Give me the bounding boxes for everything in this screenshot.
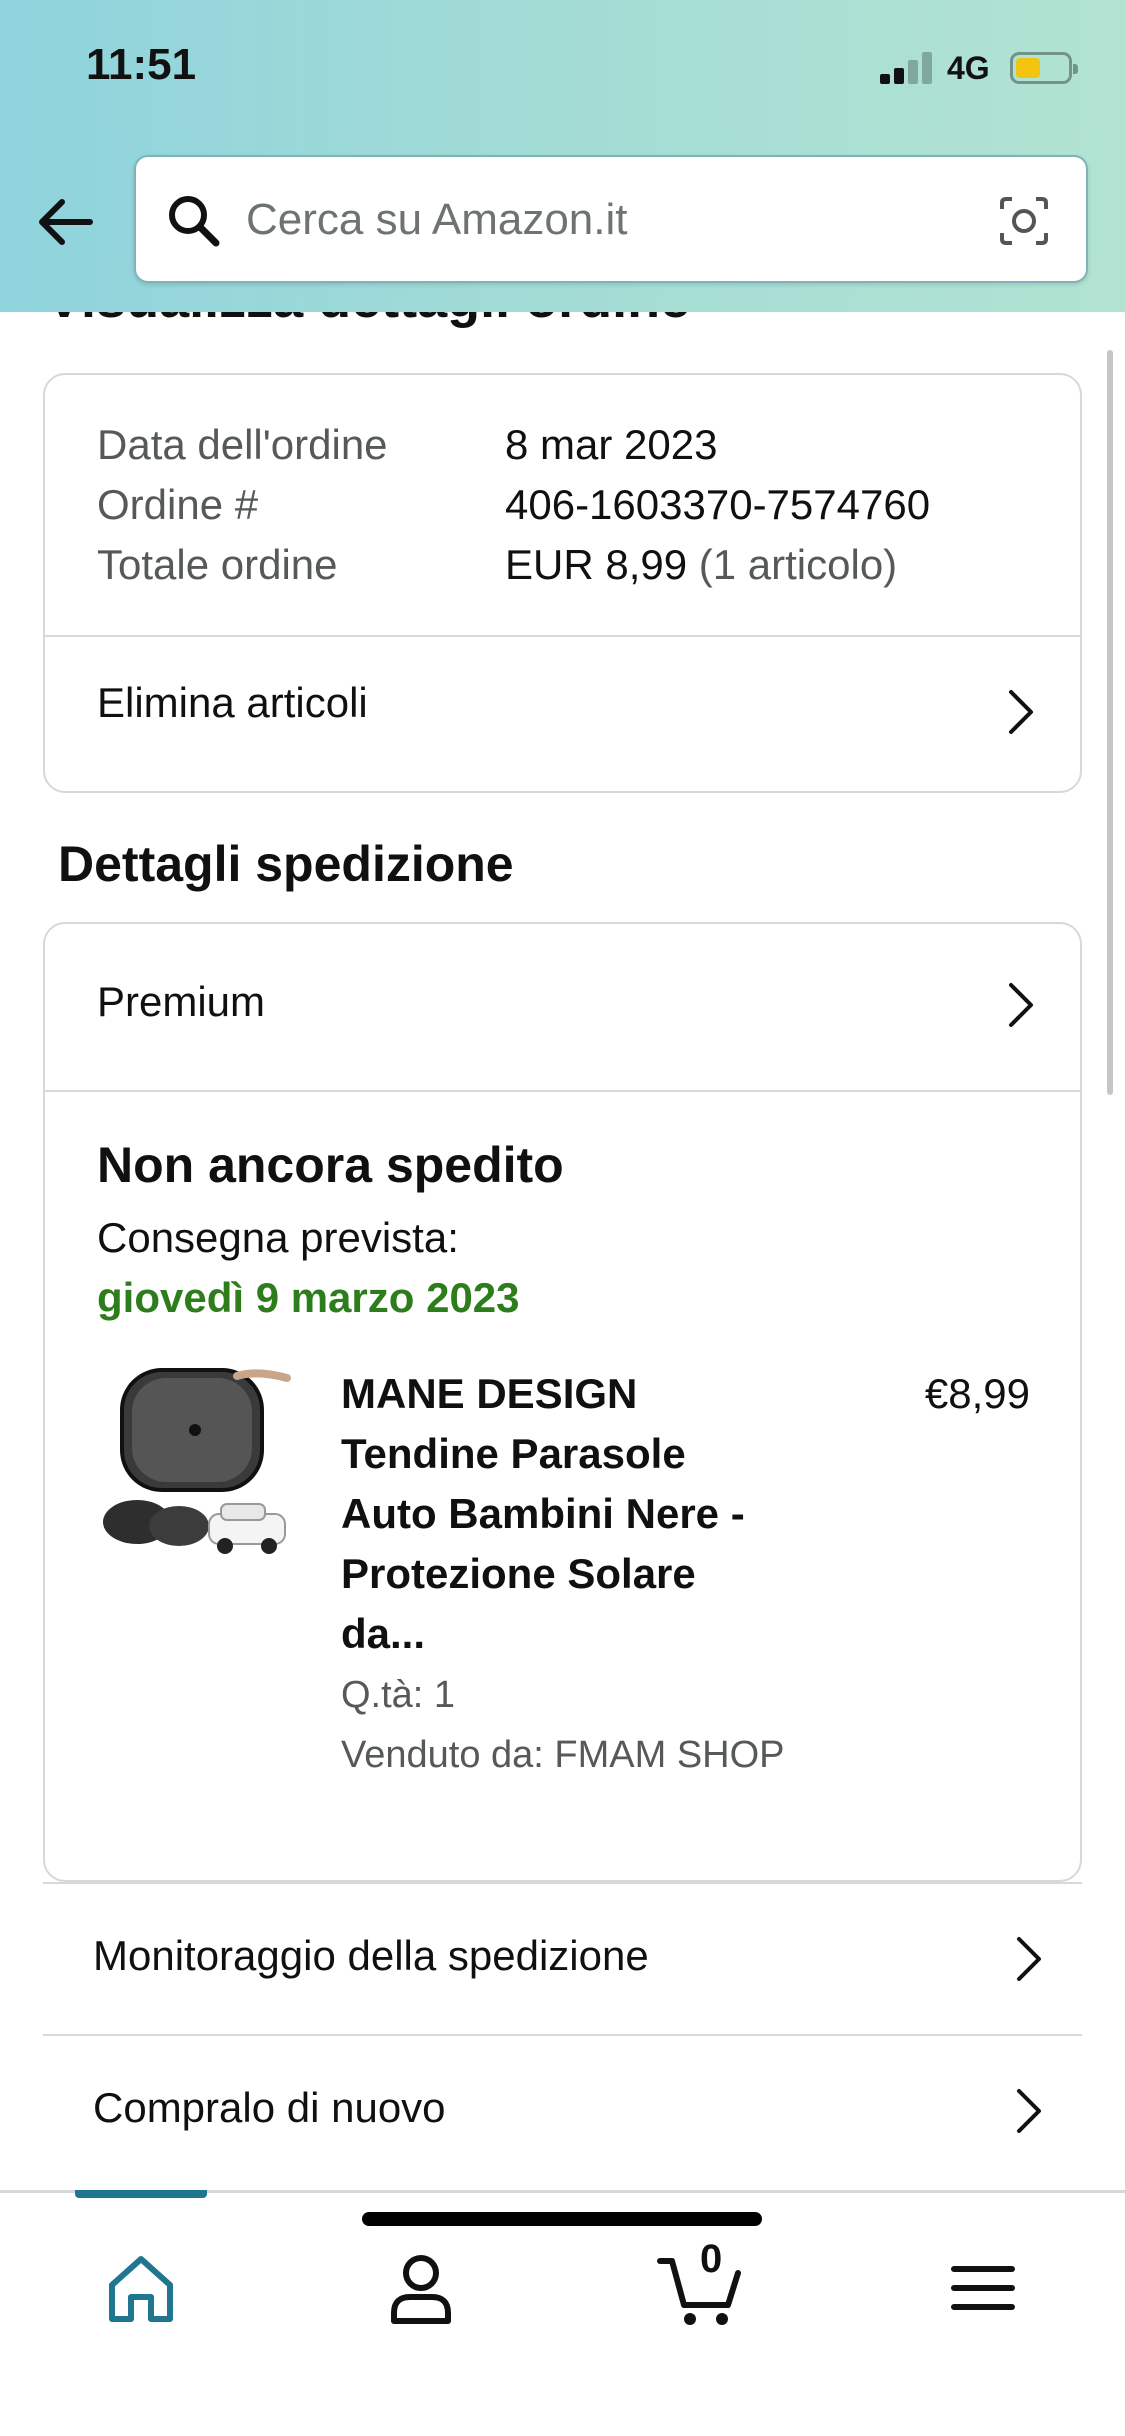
product-title-line: Protezione Solare — [341, 1550, 696, 1597]
menu-icon[interactable] — [938, 2243, 1028, 2333]
back-arrow-icon[interactable] — [34, 190, 98, 254]
search-bar[interactable] — [134, 155, 1088, 283]
battery-icon — [1010, 52, 1078, 84]
scrollbar[interactable] — [1107, 350, 1113, 1095]
delete-items-label: Elimina articoli — [97, 679, 368, 726]
network-type: 4G — [947, 50, 990, 86]
product-title-line: MANE DESIGN — [341, 1370, 638, 1417]
delivery-date: giovedì 9 marzo 2023 — [97, 1274, 520, 1321]
search-input[interactable] — [246, 187, 986, 253]
shipment-card: Premium Non ancora spedito Consegna prev… — [43, 922, 1082, 1882]
app-header: 11:51 4G — [0, 0, 1125, 312]
cart-icon[interactable]: 0 — [656, 2237, 746, 2333]
product-title-line: Tendine Parasole — [341, 1430, 686, 1477]
active-tab-indicator — [75, 2190, 207, 2198]
home-icon[interactable] — [96, 2243, 186, 2333]
product-image[interactable] — [97, 1364, 297, 1564]
bottom-nav: 0 — [0, 2190, 1125, 2436]
cart-count: 0 — [700, 2237, 723, 2281]
shipment-status: Non ancora spedito — [97, 1137, 564, 1193]
chevron-right-icon — [1014, 2086, 1044, 2136]
product-title[interactable]: MANE DESIGN Tendine Parasole Auto Bambin… — [341, 1364, 791, 1664]
buy-again-row[interactable]: Compralo di nuovo — [43, 2034, 1082, 2184]
order-total-amount: EUR 8,99 — [505, 541, 688, 588]
chevron-right-icon — [1014, 1934, 1044, 1984]
search-icon — [166, 193, 222, 249]
order-total-value: EUR 8,99 (1 articolo) — [505, 535, 897, 595]
shipping-section-title: Dettagli spedizione — [58, 836, 514, 892]
product-price: €8,99 — [924, 1370, 1030, 1417]
order-summary-card: Data dell'ordine 8 mar 2023 Ordine # 406… — [43, 373, 1082, 793]
order-item-count: (1 articolo) — [698, 541, 898, 588]
product-title-line: Auto Bambini Nere - — [341, 1490, 745, 1537]
signal-icon — [880, 52, 936, 84]
home-indicator[interactable] — [362, 2212, 762, 2226]
delete-items-row[interactable]: Elimina articoli — [45, 637, 1080, 791]
shipping-method-row[interactable]: Premium — [45, 924, 1080, 1090]
chevron-right-icon — [1006, 980, 1036, 1030]
status-time: 11:51 — [86, 40, 197, 89]
product-seller: Venduto da: FMAM SHOP — [341, 1734, 785, 1776]
order-date-label: Data dell'ordine — [97, 421, 388, 468]
product-quantity: Q.tà: 1 — [341, 1674, 456, 1716]
order-number-label: Ordine # — [97, 481, 259, 528]
track-shipment-label: Monitoraggio della spedizione — [93, 1932, 649, 1979]
track-shipment-row[interactable]: Monitoraggio della spedizione — [43, 1882, 1082, 2032]
buy-again-label: Compralo di nuovo — [93, 2084, 446, 2131]
delivery-label: Consegna prevista: — [97, 1214, 459, 1261]
account-icon[interactable] — [376, 2243, 466, 2333]
product-title-line: da... — [341, 1610, 426, 1657]
camera-search-icon[interactable] — [996, 193, 1052, 249]
order-date-value: 8 mar 2023 — [505, 421, 718, 468]
chevron-right-icon — [1006, 687, 1036, 737]
order-number-value: 406-1603370-7574760 — [505, 481, 931, 528]
divider — [45, 1090, 1080, 1092]
shipping-method-label: Premium — [97, 978, 266, 1025]
order-total-label: Totale ordine — [97, 541, 338, 588]
